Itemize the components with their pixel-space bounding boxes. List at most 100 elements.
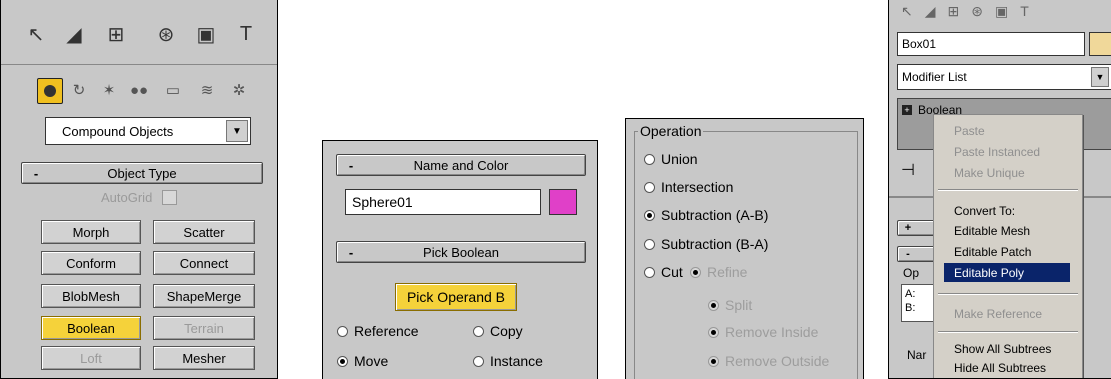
name-color-rollout-header[interactable]: - Name and Color bbox=[336, 154, 586, 176]
copy-radio[interactable]: Copy bbox=[473, 323, 523, 339]
remove-inside-label: Remove Inside bbox=[725, 324, 819, 340]
pointer-icon[interactable]: ↖ bbox=[901, 3, 913, 20]
pin-stack-icon[interactable]: ⊣ bbox=[901, 160, 915, 180]
sphere-icon[interactable] bbox=[37, 78, 63, 104]
pick-boolean-rollout-header[interactable]: - Pick Boolean bbox=[336, 241, 586, 263]
reference-radio[interactable]: Reference bbox=[337, 323, 419, 339]
motion-icon[interactable]: ⊛ bbox=[151, 20, 181, 48]
intersection-radio[interactable]: Intersection bbox=[644, 179, 733, 195]
pick-operand-b-button[interactable]: Pick Operand B bbox=[395, 283, 517, 311]
shapemerge-button[interactable]: ShapeMerge bbox=[153, 284, 255, 308]
terrain-button[interactable]: Terrain bbox=[153, 316, 255, 340]
loft-button[interactable]: Loft bbox=[41, 346, 141, 370]
display-icon[interactable]: ▣ bbox=[995, 3, 1008, 20]
split-label: Split bbox=[725, 297, 753, 313]
remove-inside-radio[interactable]: Remove Inside bbox=[708, 324, 818, 340]
autogrid-label: AutoGrid bbox=[101, 190, 153, 205]
helpers-icon[interactable]: ▭ bbox=[161, 78, 185, 102]
expand-rollout-header[interactable]: + bbox=[897, 220, 937, 236]
hierarchy-icon[interactable]: ⊞ bbox=[948, 3, 960, 20]
menu-hide-all-subtrees[interactable]: Hide All Subtrees bbox=[944, 358, 1070, 377]
menu-separator bbox=[938, 293, 1078, 295]
menu-editable-patch[interactable]: Editable Patch bbox=[944, 242, 1070, 261]
mesher-button[interactable]: Mesher bbox=[153, 346, 255, 370]
pick-boolean-panel: - Name and Color Sphere01 - Pick Boolean… bbox=[322, 140, 598, 379]
hammer-icon[interactable]: T bbox=[231, 20, 261, 48]
subtraction-ab-radio[interactable]: Subtraction (A-B) bbox=[644, 207, 768, 223]
spacewarps-icon[interactable]: ≋ bbox=[195, 78, 219, 102]
menu-make-unique[interactable]: Make Unique bbox=[944, 163, 1070, 182]
scatter-button[interactable]: Scatter bbox=[153, 220, 255, 244]
object-category-icons: ↻ ✶ ●● ▭ ≋ ✲ bbox=[1, 72, 277, 112]
morph-button[interactable]: Morph bbox=[41, 220, 141, 244]
chevron-down-icon[interactable]: ▼ bbox=[226, 120, 248, 142]
move-label: Move bbox=[354, 353, 389, 369]
menu-separator bbox=[938, 331, 1078, 333]
shapes-icon[interactable]: ↻ bbox=[67, 78, 91, 102]
object-name-field[interactable]: Sphere01 bbox=[345, 189, 541, 215]
cut-radio[interactable]: Cut bbox=[644, 264, 683, 280]
subtraction-ab-label: Subtraction (A-B) bbox=[661, 207, 769, 223]
collapse-sign: - bbox=[348, 157, 354, 173]
menu-make-reference[interactable]: Make Reference bbox=[944, 304, 1070, 323]
create-panel: ↖ ◢ ⊞ ⊛ ▣ T ↻ ✶ ●● ▭ ≋ ✲ Compound Object… bbox=[0, 0, 278, 379]
conform-button[interactable]: Conform bbox=[41, 251, 141, 275]
hammer-icon[interactable]: T bbox=[1020, 3, 1029, 19]
category-value: Compound Objects bbox=[62, 123, 174, 139]
union-label: Union bbox=[661, 151, 698, 167]
instance-label: Instance bbox=[490, 353, 543, 369]
connect-button[interactable]: Connect bbox=[153, 251, 255, 275]
cameras-icon[interactable]: ●● bbox=[127, 78, 151, 102]
context-menu: Paste Paste Instanced Make Unique Conver… bbox=[933, 114, 1083, 378]
systems-icon[interactable]: ✲ bbox=[227, 78, 251, 102]
modifier-list-label: Modifier List bbox=[902, 70, 967, 84]
menu-editable-mesh[interactable]: Editable Mesh bbox=[944, 221, 1070, 240]
chevron-down-icon[interactable]: ▼ bbox=[1091, 67, 1109, 87]
autogrid-checkbox[interactable] bbox=[162, 190, 178, 205]
expand-icon[interactable]: + bbox=[902, 105, 912, 115]
category-dropdown[interactable]: Compound Objects ▼ bbox=[45, 117, 251, 145]
object-type-rollout-header[interactable]: - Object Type bbox=[21, 162, 263, 184]
curve-icon[interactable]: ◢ bbox=[925, 3, 936, 20]
refine-radio[interactable]: Refine bbox=[690, 264, 747, 280]
move-radio[interactable]: Move bbox=[337, 353, 388, 369]
display-icon[interactable]: ▣ bbox=[191, 20, 221, 48]
intersection-label: Intersection bbox=[661, 179, 734, 195]
menu-separator bbox=[938, 189, 1078, 191]
hierarchy-icon[interactable]: ⊞ bbox=[101, 20, 131, 48]
blobmesh-button[interactable]: BlobMesh bbox=[41, 284, 141, 308]
collapse-sign: - bbox=[906, 248, 910, 260]
autogrid-row: AutoGrid bbox=[101, 190, 178, 205]
lights-icon[interactable]: ✶ bbox=[97, 78, 121, 102]
collapse-sign: - bbox=[33, 165, 39, 181]
menu-paste[interactable]: Paste bbox=[944, 121, 1070, 140]
object-color-swatch[interactable] bbox=[1089, 32, 1111, 56]
menu-editable-poly[interactable]: Editable Poly bbox=[944, 263, 1070, 282]
union-radio[interactable]: Union bbox=[644, 151, 698, 167]
menu-paste-instanced[interactable]: Paste Instanced bbox=[944, 142, 1070, 161]
menu-show-all-subtrees[interactable]: Show All Subtrees bbox=[944, 339, 1070, 358]
remove-outside-radio[interactable]: Remove Outside bbox=[708, 353, 829, 369]
curve-icon[interactable]: ◢ bbox=[59, 20, 89, 48]
object-name-field[interactable]: Box01 bbox=[897, 32, 1085, 56]
collapse-rollout-header[interactable]: - bbox=[897, 246, 937, 262]
subtraction-ba-label: Subtraction (B-A) bbox=[661, 236, 769, 252]
reference-label: Reference bbox=[354, 323, 419, 339]
operation-group-title: Operation bbox=[638, 123, 704, 139]
expand-sign: + bbox=[904, 222, 912, 234]
operation-panel: Operation Union Intersection Subtraction… bbox=[625, 118, 864, 379]
modifier-list-dropdown[interactable]: Modifier List ▼ bbox=[897, 64, 1111, 90]
modify-panel: ↖ ◢ ⊞ ⊛ ▣ T Box01 Modifier List ▼ + Bool… bbox=[888, 0, 1111, 379]
subtraction-ba-radio[interactable]: Subtraction (B-A) bbox=[644, 236, 768, 252]
object-color-swatch[interactable] bbox=[549, 189, 577, 215]
menu-convert-to[interactable]: Convert To: bbox=[944, 201, 1070, 220]
group-label: Op bbox=[903, 266, 920, 280]
collapse-sign: - bbox=[348, 244, 354, 260]
boolean-button[interactable]: Boolean bbox=[41, 316, 141, 340]
pointer-icon[interactable]: ↖ bbox=[21, 20, 51, 48]
motion-icon[interactable]: ⊛ bbox=[971, 3, 983, 20]
instance-radio[interactable]: Instance bbox=[473, 353, 543, 369]
command-tabs: ↖ ◢ ⊞ ⊛ ▣ T bbox=[1, 0, 277, 65]
remove-outside-label: Remove Outside bbox=[725, 353, 830, 369]
split-radio[interactable]: Split bbox=[708, 297, 752, 313]
